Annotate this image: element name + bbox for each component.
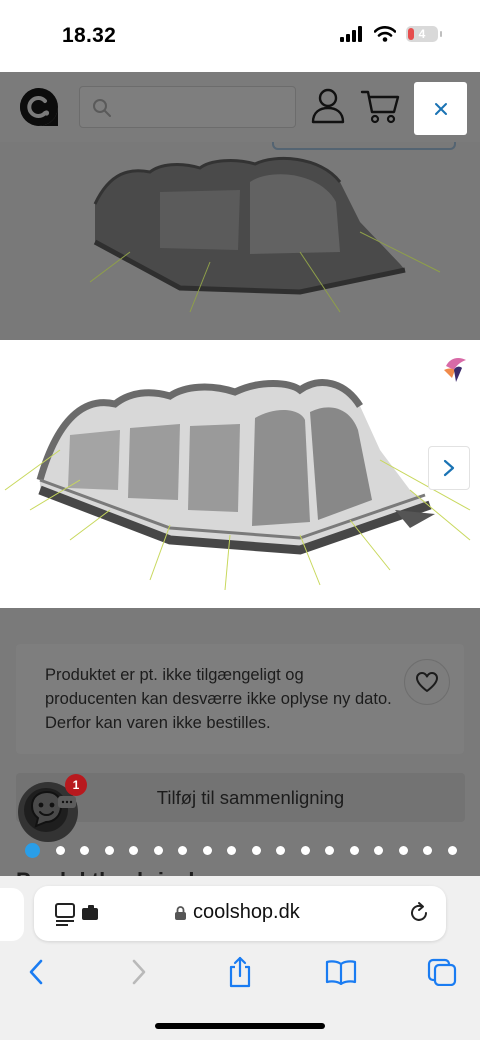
- availability-notice: Produktet er pt. ikke tilgængeligt og pr…: [45, 666, 392, 732]
- tent-image: [89, 156, 441, 313]
- carousel-dot[interactable]: [129, 846, 138, 855]
- share-icon: [229, 956, 251, 988]
- carousel-dot[interactable]: [153, 846, 163, 855]
- status-bar: 18.32 4: [0, 0, 480, 72]
- carousel-dot[interactable]: [202, 846, 212, 855]
- wifi-icon: [374, 26, 396, 42]
- status-icons: 4: [340, 26, 442, 42]
- tent-image: [4, 379, 471, 591]
- url-text[interactable]: coolshop.dk: [193, 901, 300, 924]
- carousel-next-button[interactable]: [428, 446, 470, 490]
- signal-icon: [340, 26, 362, 42]
- carousel-dot[interactable]: [423, 846, 432, 855]
- status-time: 18.32: [62, 24, 117, 47]
- reload-icon[interactable]: [407, 901, 431, 925]
- carousel-dot[interactable]: [104, 846, 114, 855]
- chevron-right-icon: [443, 459, 455, 477]
- logo-icon[interactable]: [19, 87, 59, 127]
- reader-icon[interactable]: [54, 902, 102, 928]
- back-button[interactable]: [19, 956, 53, 988]
- carousel-dot[interactable]: [325, 846, 334, 855]
- forward-icon: [132, 959, 146, 985]
- home-indicator: [155, 1023, 325, 1029]
- tabs-icon: [427, 958, 457, 986]
- back-icon: [29, 959, 43, 985]
- product-image[interactable]: [0, 340, 480, 608]
- bookmarks-icon: [325, 960, 357, 985]
- carousel-dot[interactable]: [178, 846, 187, 855]
- forward-button[interactable]: [122, 956, 156, 988]
- carousel-dot-active[interactable]: [25, 843, 40, 858]
- carousel-dot[interactable]: [251, 846, 261, 855]
- brand-bird-icon: [444, 358, 466, 382]
- carousel-dot[interactable]: [447, 846, 457, 855]
- carousel-dot[interactable]: [300, 846, 310, 855]
- carousel-dot[interactable]: [80, 846, 89, 855]
- battery-icon: 4: [406, 26, 438, 42]
- share-button[interactable]: [223, 956, 257, 988]
- carousel-dot[interactable]: [276, 846, 285, 855]
- bookmarks-button[interactable]: [324, 956, 358, 988]
- close-icon: [434, 102, 447, 115]
- lock-icon: [175, 906, 186, 920]
- carousel-dot[interactable]: [55, 846, 65, 855]
- search-input[interactable]: [79, 86, 296, 128]
- heart-icon: [416, 672, 438, 692]
- carousel-dot[interactable]: [374, 846, 383, 855]
- carousel-dot[interactable]: [398, 846, 408, 855]
- previous-tab-card[interactable]: [0, 888, 24, 941]
- carousel-dot[interactable]: [227, 846, 236, 855]
- search-icon: [93, 99, 111, 117]
- tabs-button[interactable]: [425, 956, 459, 988]
- product-image-previous: [0, 142, 480, 340]
- close-button[interactable]: [414, 82, 467, 135]
- chat-notification-badge: 1: [65, 774, 87, 796]
- battery-level: 4: [418, 27, 426, 41]
- user-icon[interactable]: [311, 88, 345, 124]
- cart-icon[interactable]: [360, 88, 400, 124]
- carousel-dot[interactable]: [349, 846, 359, 855]
- carousel-dots: [25, 843, 457, 858]
- wishlist-button[interactable]: [404, 659, 450, 705]
